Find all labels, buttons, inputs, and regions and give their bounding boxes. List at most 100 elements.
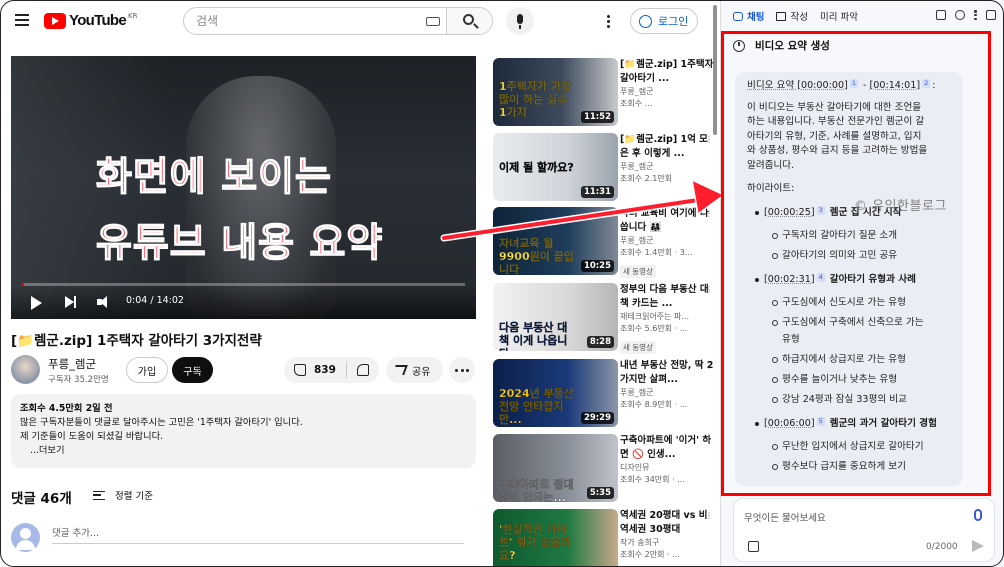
- recommendation-info[interactable]: 구축아파트에 '이거' 하면 🚫 인생... 디자인뮤 조회수 34만회 · ...: [620, 434, 715, 486]
- edit-icon: [776, 11, 787, 21]
- overlay-caption-line2: 유튜브 내용 요약: [95, 220, 384, 266]
- recommendation-info[interactable]: [📁렘군.zip] 1주택자 갈아타기 ... 푸릉_렘군 조회수 ...: [620, 58, 715, 110]
- keyboard-icon[interactable]: [426, 17, 440, 26]
- recommendation-menu-icon[interactable]: ⋮: [705, 436, 713, 445]
- split-view-icon[interactable]: [986, 10, 996, 20]
- recommendation-title[interactable]: 역세권 20평대 vs 비역세권 30평대: [620, 509, 715, 537]
- highlights-label: 하이라이트:: [747, 183, 795, 194]
- open-external-icon[interactable]: [936, 10, 946, 20]
- voice-search-button[interactable]: [506, 7, 534, 35]
- recommendation-info[interactable]: 역세권 20평대 vs 비역세권 30평대 작가 송희구 조회수 2만회 · ...: [620, 509, 715, 561]
- watermark: © 유익한블로그: [854, 199, 947, 214]
- refresh-icon[interactable]: [955, 10, 965, 20]
- recommendation-channel[interactable]: 푸릉_렘군: [620, 387, 715, 399]
- search-input[interactable]: [184, 8, 450, 34]
- progress-bar[interactable]: [22, 283, 465, 286]
- recommendation-channel[interactable]: 디자인뮤: [620, 462, 715, 474]
- timestamp-link[interactable]: [00:00:25]: [764, 207, 815, 218]
- chat-input[interactable]: [744, 509, 954, 527]
- recommendation-channel[interactable]: 재테크읽어주는 파...: [620, 311, 715, 323]
- video-duration: 5:35: [586, 487, 614, 499]
- like-dislike-group: 839: [284, 357, 379, 383]
- recommendation-info[interactable]: 정부의 다음 부동산 대책 카드는 ... 재테크읽어주는 파... 조회수 5.6…: [620, 283, 715, 354]
- settings-more-icon[interactable]: [607, 15, 611, 29]
- join-button[interactable]: 가입: [126, 357, 168, 383]
- recommendation-channel[interactable]: 작가 송희구: [620, 537, 715, 549]
- like-count[interactable]: 839: [314, 364, 336, 376]
- timestamp-link[interactable]: [00:00:00]: [797, 80, 848, 91]
- recommendation-menu-icon[interactable]: ⋮: [705, 361, 713, 370]
- timestamp-link[interactable]: [00:06:00]: [764, 418, 815, 429]
- reference-badge[interactable]: 5: [816, 417, 825, 426]
- recommendation-views: 조회수 2만회 · ...: [620, 550, 680, 559]
- login-button[interactable]: 로그인: [630, 8, 698, 34]
- highlight-item: 평수보다 급지를 중요하게 보기: [772, 461, 906, 472]
- timestamp-link[interactable]: [00:02:31]: [764, 274, 815, 285]
- screenshot-icon[interactable]: [748, 541, 759, 552]
- recommendation-channel[interactable]: 푸릉_렘군: [620, 86, 715, 98]
- reference-badge[interactable]: 2: [922, 79, 931, 88]
- description-more[interactable]: ...더보기: [30, 444, 467, 458]
- recommendation-title[interactable]: 내년 부동산 전망, 딱 2가지만 살펴...: [620, 359, 715, 387]
- thumbnail-text: 구축아파트 절대 하면 안되는...: [499, 478, 574, 502]
- recommendation-title[interactable]: [📁렘군.zip] 1주택자 갈아타기 ...: [620, 58, 715, 86]
- send-icon[interactable]: [972, 540, 984, 552]
- channel-name[interactable]: 푸릉_렘군: [48, 356, 96, 372]
- recommendation-thumbnail[interactable]: '현실적인 아파트' 뭐가 좋을까요?: [493, 509, 618, 567]
- volume-icon[interactable]: [97, 296, 113, 308]
- recommendation-menu-icon[interactable]: ⋮: [705, 285, 713, 294]
- dislike-icon[interactable]: [356, 364, 369, 376]
- search-button[interactable]: [446, 8, 492, 34]
- next-icon[interactable]: [65, 296, 76, 308]
- youtube-logo[interactable]: YouTube KR: [44, 12, 138, 29]
- more-actions-button[interactable]: [449, 357, 475, 383]
- highlight-item: 구독자의 갈아타기 질문 소개: [771, 230, 898, 241]
- comment-count: 댓글 46개: [11, 491, 72, 507]
- comment-input[interactable]: [52, 524, 464, 544]
- history-icon[interactable]: [733, 39, 745, 52]
- recommendation-menu-icon[interactable]: ⋮: [705, 60, 713, 69]
- reference-badge[interactable]: 4: [816, 273, 825, 282]
- summary-intro-line: 와 상품성, 평수와 급지 등을 고려하는 방법을: [747, 145, 928, 157]
- recommendation-views: 조회수 8.9만회 · ...: [620, 400, 688, 409]
- video-description[interactable]: 조회수 4.5만회 2일 전 많은 구독자분들이 댓글로 달아주시는 고민은 '…: [11, 394, 476, 468]
- description-line1: 많은 구독자분들이 댓글로 달아주시는 고민은 '1주택자 갈아타기' 입니다.: [20, 417, 303, 428]
- tab-preview-label: 미리 파악: [819, 12, 858, 23]
- tab-chat[interactable]: 채팅: [733, 9, 764, 23]
- subscribe-button[interactable]: 구독: [172, 357, 213, 383]
- mic-icon[interactable]: [974, 509, 982, 521]
- chat-icon: [733, 11, 743, 21]
- login-label: 로그인: [658, 15, 689, 28]
- recommendation-thumbnail[interactable]: 다음 부동산 대책 이게 나옵니다 8:28: [493, 283, 618, 351]
- summary-header-label: 비디오 요약 생성: [755, 40, 830, 52]
- recommendation-thumbnail[interactable]: 구축아파트 절대 하면 안되는... 5:35: [493, 434, 618, 502]
- like-icon[interactable]: [294, 364, 306, 376]
- play-icon[interactable]: [31, 296, 42, 310]
- tab-preview[interactable]: 미리 파악: [820, 9, 858, 23]
- recommendation-menu-icon[interactable]: ⋮: [705, 511, 713, 520]
- recommendation-menu-icon[interactable]: ⋮: [705, 135, 713, 144]
- recommendation-thumbnail[interactable]: 1주택자가 가장 많이 하는 실수 1가지 11:52: [493, 58, 618, 126]
- chat-input-box: 0/2000: [733, 498, 995, 562]
- recommendation-thumbnail[interactable]: 2024년 부동산 전망 안타깝지만... 29:29: [493, 359, 618, 427]
- reference-badge[interactable]: 3: [816, 206, 825, 215]
- section-title: 렘군의 과거 갈아타기 경험: [829, 418, 937, 429]
- recommendation-title[interactable]: 정부의 다음 부동산 대책 카드는 ...: [620, 283, 715, 311]
- recommendation-views: 조회수 34만회 · ...: [620, 475, 685, 484]
- recommendation-title[interactable]: 구축아파트에 '이거' 하면 🚫 인생...: [620, 434, 715, 462]
- reference-badge[interactable]: 1: [849, 79, 858, 88]
- thumbnail-text: 1주택자가 가장 많이 하는 실수 1가지: [499, 80, 572, 119]
- share-button[interactable]: 공유: [386, 357, 443, 383]
- highlight-item: 갈아타기의 의미와 고민 공유: [771, 250, 898, 261]
- recommendation-title[interactable]: [📁렘군.zip] 1억 모은 후 이렇게 ...: [620, 133, 715, 161]
- sort-button[interactable]: 정렬 기준: [93, 488, 153, 502]
- tab-write[interactable]: 작성: [776, 9, 808, 23]
- timestamp-link[interactable]: [00:14:01]: [870, 80, 921, 91]
- menu-icon[interactable]: [15, 14, 29, 26]
- highlight-item: 무난한 입지에서 상급지로 갈아타기: [772, 441, 924, 452]
- highlight-item: 하급지에서 상급지로 가는 유형: [772, 354, 906, 365]
- recommendation-info[interactable]: 내년 부동산 전망, 딱 2가지만 살펴... 푸릉_렘군 조회수 8.9만회 · …: [620, 359, 715, 411]
- channel-avatar[interactable]: [11, 355, 40, 384]
- summary-card: 비디오 요약 [00:00:00] 1 - [00:14:01] 2: 이 비디오는 …: [735, 72, 963, 486]
- more-icon[interactable]: [974, 10, 977, 20]
